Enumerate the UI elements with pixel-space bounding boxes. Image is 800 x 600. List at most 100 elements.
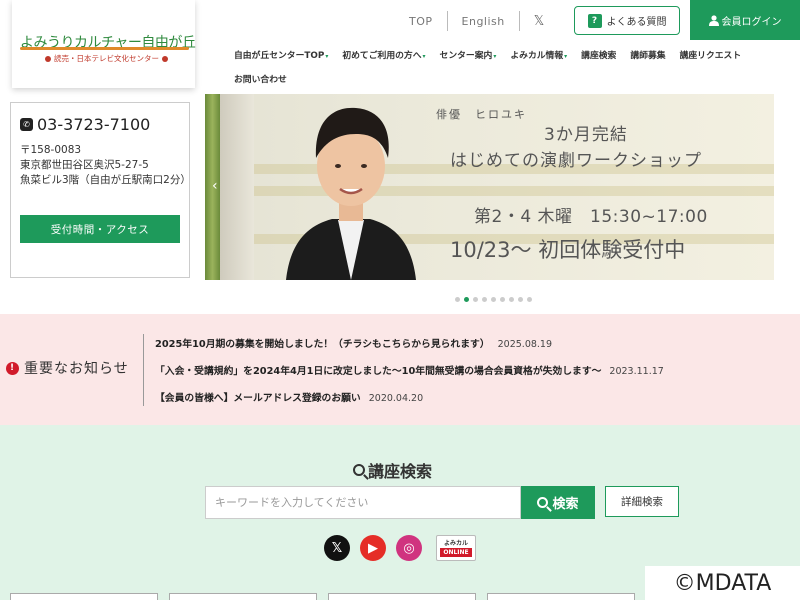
copyright-watermark: ©MDATA bbox=[645, 566, 800, 600]
access-button[interactable]: 受付時間・アクセス bbox=[20, 215, 180, 243]
phone-number[interactable]: ✆ 03-3723-7100 bbox=[20, 115, 150, 134]
nav-item-label: センター案内 bbox=[439, 50, 493, 61]
nav-item-label: 初めてご利用の方へ bbox=[342, 50, 422, 61]
slider-prev-arrow-icon[interactable]: ‹ bbox=[212, 178, 218, 194]
category-card[interactable] bbox=[487, 593, 635, 600]
site-logo[interactable]: よみうりカルチャー自由が丘 読売・日本テレビ文化センター bbox=[12, 0, 196, 88]
slider-dot[interactable] bbox=[464, 297, 469, 302]
nav-item[interactable]: センター案内▾ bbox=[440, 48, 497, 61]
notice-text: 【会員の皆様へ】メールアドレス登録のお願い bbox=[155, 393, 361, 404]
logo-swash bbox=[20, 47, 190, 50]
card-row bbox=[10, 593, 635, 600]
x-icon[interactable]: 𝕏 bbox=[324, 535, 350, 561]
nav-item[interactable]: よみカル情報▾ bbox=[510, 48, 567, 61]
faq-label: よくある質問 bbox=[606, 17, 667, 28]
faq-button[interactable]: ? よくある質問 bbox=[574, 6, 680, 35]
search-button-label: 検索 bbox=[552, 497, 579, 512]
notice-item[interactable]: 「入会・受講規約」を2024年4月1日に改定しました〜10年間無受講の場合会員資… bbox=[155, 363, 664, 390]
slider-dot[interactable] bbox=[473, 297, 478, 302]
search-heading: 講座検索 bbox=[353, 458, 432, 482]
notice-text: 「入会・受講規約」を2024年4月1日に改定しました〜10年間無受講の場合会員資… bbox=[155, 366, 602, 377]
slider-dot[interactable] bbox=[509, 297, 514, 302]
slider-dots bbox=[455, 297, 532, 302]
english-link[interactable]: English bbox=[448, 15, 519, 28]
yomikaru-label: よみカル bbox=[443, 540, 468, 547]
youtube-icon[interactable]: ▶ bbox=[360, 535, 386, 561]
nav-row: お問い合わせ bbox=[234, 71, 800, 85]
nav-item[interactable]: 講座リクエスト bbox=[680, 48, 742, 61]
postal-code: 〒158-0083 bbox=[20, 144, 82, 156]
advanced-search-button[interactable]: 詳細検索 bbox=[605, 486, 679, 517]
nav-item[interactable]: 初めてご利用の方へ▾ bbox=[342, 48, 425, 61]
instructor-photo bbox=[286, 107, 416, 280]
notice-list: 2025年10月期の募集を開始しました！（チラシもこちらから見られます） 2025… bbox=[155, 336, 664, 417]
login-button[interactable]: 会員ログイン bbox=[690, 0, 800, 40]
hero-trial: 10/23～ 初回体験受付中 bbox=[450, 238, 686, 262]
nav-item-label: 自由が丘センターTOP bbox=[234, 50, 325, 61]
utility-links: TOP English 𝕏 bbox=[395, 10, 559, 32]
category-card[interactable] bbox=[169, 593, 317, 600]
x-icon[interactable]: 𝕏 bbox=[520, 14, 559, 29]
notice-date: 2023.11.17 bbox=[609, 366, 664, 377]
nav-item-label: 講座リクエスト bbox=[679, 50, 742, 61]
top-link[interactable]: TOP bbox=[395, 15, 447, 28]
nav-item[interactable]: お問い合わせ bbox=[234, 72, 287, 85]
notice-heading-text: 重要なお知らせ bbox=[24, 361, 129, 377]
nav-item-label: よみカル情報 bbox=[510, 50, 564, 61]
notice-item[interactable]: 【会員の皆様へ】メールアドレス登録のお願い 2020.04.20 bbox=[155, 390, 664, 417]
user-icon bbox=[708, 14, 719, 26]
phone-icon: ✆ bbox=[20, 118, 33, 131]
divider bbox=[143, 334, 144, 406]
logo-subtitle: 読売・日本テレビ文化センター bbox=[42, 53, 171, 64]
nav-item-label: 講座検索 bbox=[581, 50, 617, 61]
chevron-down-icon: ▾ bbox=[422, 52, 426, 60]
address-block: 〒158-0083 東京都世田谷区奥沢5-27-5 魚菜ビル3階（自由が丘駅南口… bbox=[20, 143, 191, 188]
online-label: ONLINE bbox=[440, 548, 472, 557]
important-notices: ! 重要なお知らせ 2025年10月期の募集を開始しました！（チラシもこちらから… bbox=[0, 314, 800, 425]
hero-schedule: 第2・4 木曜 15:30~17:00 bbox=[474, 207, 708, 227]
notice-heading: ! 重要なお知らせ bbox=[6, 358, 129, 378]
search-button[interactable]: 検索 bbox=[521, 486, 595, 519]
nav-item[interactable]: 講座検索 bbox=[581, 48, 616, 61]
hero-title-2: はじめての演劇ワークショップ bbox=[450, 151, 702, 171]
prev-slide-peek bbox=[220, 94, 254, 280]
phone-text: 03-3723-7100 bbox=[37, 115, 151, 134]
nav-item-label: 講師募集 bbox=[630, 50, 666, 61]
slider-dot[interactable] bbox=[491, 297, 496, 302]
notice-date: 2025.08.19 bbox=[497, 339, 553, 350]
nav-item[interactable]: 自由が丘センターTOP▾ bbox=[234, 48, 328, 61]
chevron-down-icon: ▾ bbox=[564, 52, 568, 60]
search-icon bbox=[353, 464, 365, 476]
category-card[interactable] bbox=[10, 593, 158, 600]
instagram-icon[interactable]: ◎ bbox=[396, 535, 422, 561]
contact-card: ✆ 03-3723-7100 〒158-0083 東京都世田谷区奥沢5-27-5… bbox=[10, 102, 191, 278]
instructor-name: 俳優 ヒロユキ bbox=[436, 108, 527, 121]
search-input[interactable] bbox=[205, 486, 521, 519]
social-links: 𝕏 ▶ ◎ よみカル ONLINE bbox=[324, 535, 476, 561]
nav-item-label: お問い合わせ bbox=[234, 74, 287, 85]
notice-text: 2025年10月期の募集を開始しました！（チラシもこちらから見られます） bbox=[155, 339, 490, 350]
hero-slide[interactable]: 俳優 ヒロユキ 3か月完結 はじめての演劇ワークショップ 第2・4 木曜 15:… bbox=[254, 94, 774, 280]
search-heading-text: 講座検索 bbox=[368, 462, 433, 481]
nav-item[interactable]: 講師募集 bbox=[630, 48, 665, 61]
slider-dot[interactable] bbox=[518, 297, 523, 302]
slider-dot[interactable] bbox=[455, 297, 460, 302]
notice-date: 2020.04.20 bbox=[368, 393, 424, 404]
slider-dot[interactable] bbox=[482, 297, 487, 302]
question-icon: ? bbox=[587, 13, 602, 28]
address-line: 東京都世田谷区奥沢5-27-5 bbox=[20, 159, 149, 171]
search-icon bbox=[537, 497, 549, 508]
building-line: 魚菜ビル3階（自由が丘駅南口2分） bbox=[20, 174, 191, 186]
nav-row: 自由が丘センターTOP▾ 初めてご利用の方へ▾ センター案内▾ よみカル情報▾ 講座検索… bbox=[234, 47, 800, 61]
hero-title-1: 3か月完結 bbox=[544, 125, 628, 145]
main-nav: 自由が丘センターTOP▾ 初めてご利用の方へ▾ センター案内▾ よみカル情報▾ 講座検索… bbox=[234, 47, 800, 95]
notice-item[interactable]: 2025年10月期の募集を開始しました！（チラシもこちらから見られます） 2025… bbox=[155, 336, 664, 363]
yomikaru-online-icon[interactable]: よみカル ONLINE bbox=[436, 535, 476, 561]
slider-dot[interactable] bbox=[527, 297, 532, 302]
logo-title: よみうりカルチャー自由が丘 bbox=[20, 35, 196, 51]
category-card[interactable] bbox=[328, 593, 476, 600]
chevron-down-icon: ▾ bbox=[493, 52, 497, 60]
login-label: 会員ログイン bbox=[721, 16, 782, 28]
slider-dot[interactable] bbox=[500, 297, 505, 302]
chevron-down-icon: ▾ bbox=[325, 52, 329, 60]
